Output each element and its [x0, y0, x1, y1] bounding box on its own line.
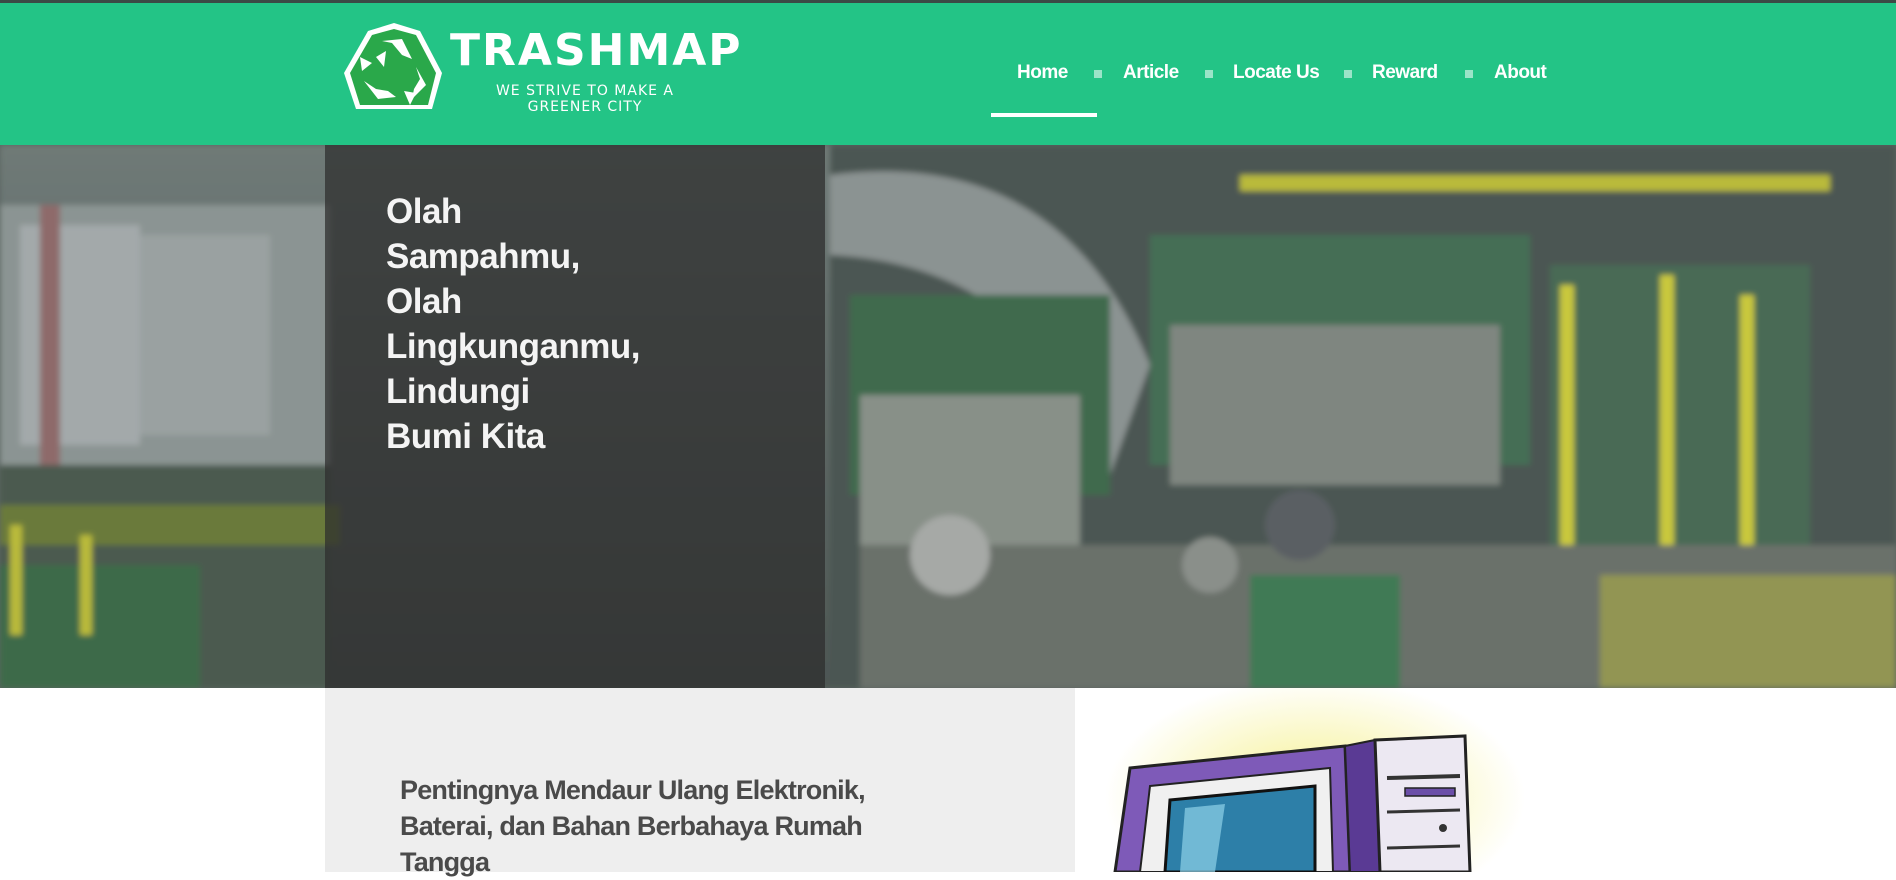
nav-article[interactable]: Article	[1123, 62, 1179, 84]
article-title-line: Baterai, dan Bahan Berbahaya Rumah	[400, 811, 863, 842]
brand-name[interactable]: TRASHMAP	[450, 21, 741, 81]
nav-active-indicator	[991, 113, 1097, 117]
article-title-line: Pentingnya Mendaur Ulang Elektronik,	[400, 775, 866, 806]
hero-title: Olah Sampahmu, Olah Lingkunganmu, Lindun…	[386, 189, 726, 459]
article-title-line: Tangga	[400, 847, 490, 878]
computer-illustration	[1075, 688, 1555, 872]
hero-title-line: Lindungi	[386, 372, 530, 412]
nav-home[interactable]: Home	[1017, 62, 1068, 84]
recycling-facility-photo	[0, 145, 1896, 688]
recycle-logo-icon[interactable]	[338, 17, 450, 123]
hero-title-line: Sampahmu,	[386, 237, 580, 277]
nav-locate-us[interactable]: Locate Us	[1233, 62, 1320, 84]
nav-separator	[1094, 70, 1102, 78]
hero-title-line: Lingkunganmu,	[386, 327, 641, 367]
article-title[interactable]: Pentingnya Mendaur Ulang Elektronik, Bat…	[400, 772, 960, 880]
site-header: TRASHMAP WE STRIVE TO MAKE A GREENER CIT…	[0, 3, 1896, 145]
hero-banner	[0, 145, 1896, 688]
hero-title-line: Bumi Kita	[386, 417, 545, 457]
nav-reward[interactable]: Reward	[1372, 62, 1438, 84]
nav-separator	[1465, 70, 1473, 78]
brand-tagline: WE STRIVE TO MAKE A GREENER CITY	[495, 83, 675, 115]
hero-title-line: Olah	[386, 282, 462, 322]
nav-separator	[1344, 70, 1352, 78]
nav-separator	[1205, 70, 1213, 78]
hero-title-line: Olah	[386, 192, 462, 232]
nav-about[interactable]: About	[1494, 62, 1547, 84]
